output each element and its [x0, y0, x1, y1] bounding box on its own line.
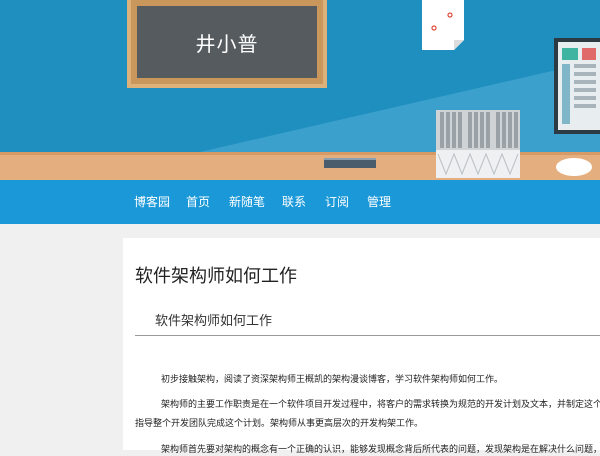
post-paragraph: 初步接触架构，阅读了资深架构师王概凯的架构漫谈博客，学习软件架构师如何工作。	[161, 375, 504, 385]
blog-navbar: 博客园 首页 新随笔 联系 订阅 管理	[0, 180, 600, 224]
blog-name: 井小普	[195, 31, 259, 56]
blackboard-surface: 井小普	[137, 6, 317, 78]
post-paragraph: 架构师首先要对架构的概念有一个正确的认识，能够发现概念背后所代表的问题，发现架构…	[161, 445, 600, 455]
nav-link-subscribe[interactable]: 订阅	[325, 180, 349, 224]
post-card: 软件架构师如何工作 软件架构师如何工作 初步接触架构，阅读了资深架构师王概凯的架…	[123, 238, 600, 455]
document-icon	[422, 0, 464, 50]
post-paragraph: 架构师的主要工作职责是在一个软件项目开发过程中，将客户的需求转换为规范的开发计划…	[161, 400, 600, 410]
nav-link-manage[interactable]: 管理	[367, 180, 391, 224]
mouse-icon	[556, 158, 592, 176]
blog-header-banner: 井小普	[0, 0, 600, 180]
nav-link-contact[interactable]: 联系	[282, 180, 306, 224]
title-divider	[135, 335, 600, 336]
post-title[interactable]: 软件架构师如何工作	[135, 262, 297, 288]
nav-link-new-post[interactable]: 新随笔	[229, 180, 265, 224]
nav-link-home[interactable]: 首页	[186, 180, 210, 224]
post-subtitle: 软件架构师如何工作	[155, 314, 273, 329]
nav-link-cnblogs[interactable]: 博客园	[134, 180, 170, 224]
desk-slot	[324, 158, 376, 168]
post-paragraph: 指导整个开发团队完成这个计划。架构师从事更高层次的开发构架工作。	[135, 419, 424, 429]
blackboard: 井小普	[127, 0, 327, 88]
monitor-icon	[554, 38, 600, 134]
server-rack-icon	[436, 110, 520, 178]
